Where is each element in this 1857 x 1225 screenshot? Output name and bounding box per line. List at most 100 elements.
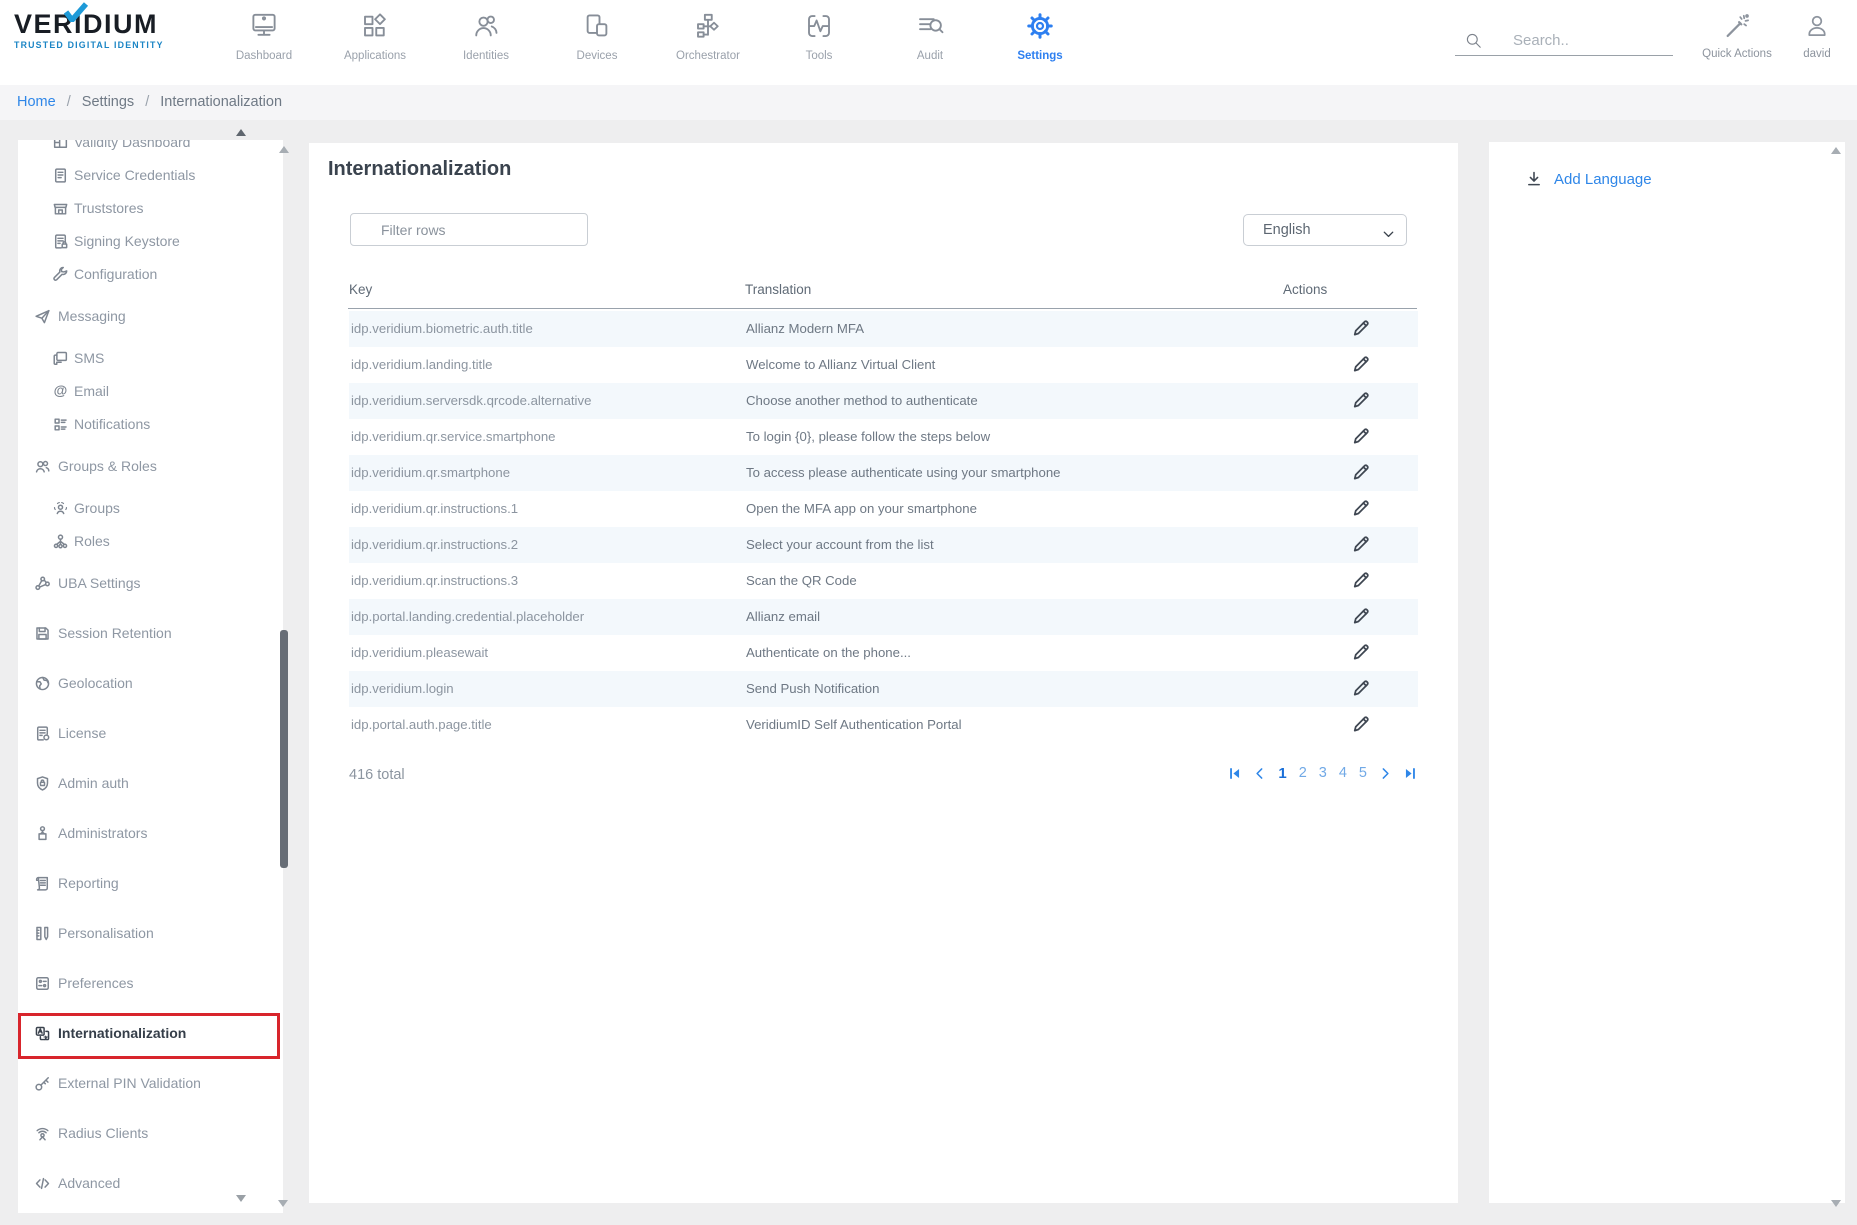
nav-item-audit[interactable]: Audit [882, 11, 978, 62]
edit-translation-button[interactable] [1349, 641, 1373, 665]
sidebar-item-groups-roles[interactable]: Groups & Roles [18, 452, 283, 480]
row-translation: Select your account from the list [746, 527, 934, 563]
edit-translation-button[interactable] [1349, 677, 1373, 701]
edit-translation-button[interactable] [1349, 569, 1373, 593]
edit-translation-button[interactable] [1349, 353, 1373, 377]
sidebar-item-configuration[interactable]: Configuration [18, 260, 283, 288]
edit-translation-button[interactable] [1349, 461, 1373, 485]
language-select[interactable]: English [1243, 214, 1407, 246]
breadcrumb-home[interactable]: Home [17, 94, 56, 110]
panel-scroll-up-icon[interactable] [1831, 147, 1841, 154]
edit-translation-button[interactable] [1349, 425, 1373, 449]
wand-icon [1723, 12, 1751, 40]
sidebar-item-service-credentials[interactable]: Service Credentials [18, 161, 283, 189]
pagination-page-2[interactable]: 2 [1299, 765, 1307, 781]
sidebar-scroll-up-icon[interactable] [236, 129, 246, 136]
table-row: idp.veridium.qr.smartphoneTo access plea… [349, 455, 1418, 491]
row-translation: Authenticate on the phone... [746, 635, 911, 671]
table-row: idp.veridium.landing.titleWelcome to All… [349, 347, 1418, 383]
internationalization-panel: Internationalization English Key Transla… [309, 143, 1458, 1203]
sidebar-item-internationalization[interactable]: Internationalization [18, 1019, 283, 1047]
sidebar-item-roles[interactable]: Roles [18, 527, 283, 555]
pagination-first-button[interactable] [1228, 767, 1241, 780]
sidebar-item-label: Service Credentials [74, 161, 195, 189]
table-row: idp.veridium.qr.instructions.1Open the M… [349, 491, 1418, 527]
sidebar-item-sms[interactable]: SMS [18, 344, 283, 372]
sidebar-item-reporting[interactable]: Reporting [18, 869, 283, 897]
panels-icon [52, 140, 69, 150]
nav-item-label: Orchestrator [660, 50, 756, 62]
sidebar-item-external-pin-validation[interactable]: External PIN Validation [18, 1069, 283, 1097]
sidebar-item-label: Session Retention [58, 619, 172, 647]
nav-item-label: Tools [771, 50, 867, 62]
sidebar-item-label: License [58, 719, 106, 747]
sidebar-item-truststores[interactable]: Truststores [18, 194, 283, 222]
sidebar-item-validity-dashboard[interactable]: Validity Dashboard [18, 140, 283, 156]
breadcrumb-settings[interactable]: Settings [82, 94, 134, 110]
panel-scroll-down-icon[interactable] [1831, 1200, 1841, 1207]
sidebar-item-label: Signing Keystore [74, 227, 180, 255]
sidebar-item-groups[interactable]: Groups [18, 494, 283, 522]
content-scroll-up-icon[interactable] [279, 146, 289, 153]
content-scroll-down-icon[interactable] [278, 1200, 288, 1207]
edit-translation-button[interactable] [1349, 713, 1373, 737]
edit-translation-button[interactable] [1349, 605, 1373, 629]
pagination-page-5[interactable]: 5 [1359, 765, 1367, 781]
sidebar-item-admin-auth[interactable]: Admin auth [18, 769, 283, 797]
store-icon [52, 199, 69, 216]
sidebar-scrollbar-thumb[interactable] [280, 630, 288, 868]
nav-item-label: Dashboard [216, 50, 312, 62]
nav-item-applications[interactable]: Applications [327, 11, 423, 62]
ruler-pen-icon [34, 924, 51, 941]
sidebar-item-signing-keystore[interactable]: Signing Keystore [18, 227, 283, 255]
sidebar-item-session-retention[interactable]: Session Retention [18, 619, 283, 647]
gear-icon [1025, 11, 1055, 41]
pagination-page-3[interactable]: 3 [1319, 765, 1327, 781]
pencil-icon [1351, 354, 1371, 374]
pagination-page-1[interactable]: 1 [1278, 765, 1286, 782]
nav-item-orchestrator[interactable]: Orchestrator [660, 11, 756, 62]
nav-item-devices[interactable]: Devices [549, 11, 645, 62]
sidebar-item-radius-clients[interactable]: Radius Clients [18, 1119, 283, 1147]
pagination-next-button[interactable] [1379, 767, 1392, 780]
nav-item-identities[interactable]: Identities [438, 11, 534, 62]
globe-icon [34, 674, 51, 691]
filter-rows-input[interactable] [350, 213, 588, 246]
nav-item-settings[interactable]: Settings [992, 11, 1088, 62]
column-header-translation: Translation [745, 280, 811, 300]
quick-actions-label: Quick Actions [1692, 48, 1782, 60]
pencil-icon [1351, 642, 1371, 662]
row-translation: Allianz Modern MFA [746, 311, 864, 347]
add-language-button[interactable]: Add Language [1525, 164, 1652, 194]
table-row: idp.veridium.qr.service.smartphoneTo log… [349, 419, 1418, 455]
sidebar-item-email[interactable]: @Email [18, 377, 283, 405]
nav-item-tools[interactable]: Tools [771, 11, 867, 62]
breadcrumb-separator: / [67, 94, 71, 110]
sidebar-item-notifications[interactable]: Notifications [18, 410, 283, 438]
edit-translation-button[interactable] [1349, 497, 1373, 521]
pagination-last-button[interactable] [1404, 767, 1417, 780]
sidebar-item-administrators[interactable]: Administrators [18, 819, 283, 847]
sidebar-item-personalisation[interactable]: Personalisation [18, 919, 283, 947]
edit-translation-button[interactable] [1349, 533, 1373, 557]
sidebar-item-messaging[interactable]: Messaging [18, 302, 283, 330]
sidebar-item-label: Personalisation [58, 919, 154, 947]
search-input[interactable] [1455, 26, 1673, 56]
quick-actions-button[interactable]: Quick Actions [1692, 12, 1782, 60]
row-key: idp.veridium.login [351, 671, 454, 707]
nav-item-dashboard[interactable]: Dashboard [216, 11, 312, 62]
sidebar-item-preferences[interactable]: Preferences [18, 969, 283, 997]
sidebar-scroll-down-icon[interactable] [236, 1195, 246, 1202]
user-menu[interactable]: david [1787, 12, 1847, 60]
pagination-prev-button[interactable] [1253, 767, 1266, 780]
edit-translation-button[interactable] [1349, 389, 1373, 413]
sidebar-item-advanced[interactable]: Advanced [18, 1169, 283, 1197]
pagination-page-4[interactable]: 4 [1339, 765, 1347, 781]
veridium-logo[interactable]: VERIDIUM TRUSTED DIGITAL IDENTITY [14, 9, 194, 50]
sidebar-item-uba-settings[interactable]: UBA Settings [18, 569, 283, 597]
sidebar-item-geolocation[interactable]: Geolocation [18, 669, 283, 697]
sidebar-item-label: Internationalization [58, 1019, 186, 1047]
edit-translation-button[interactable] [1349, 317, 1373, 341]
sidebar-item-license[interactable]: License [18, 719, 283, 747]
nav-item-label: Identities [438, 50, 534, 62]
